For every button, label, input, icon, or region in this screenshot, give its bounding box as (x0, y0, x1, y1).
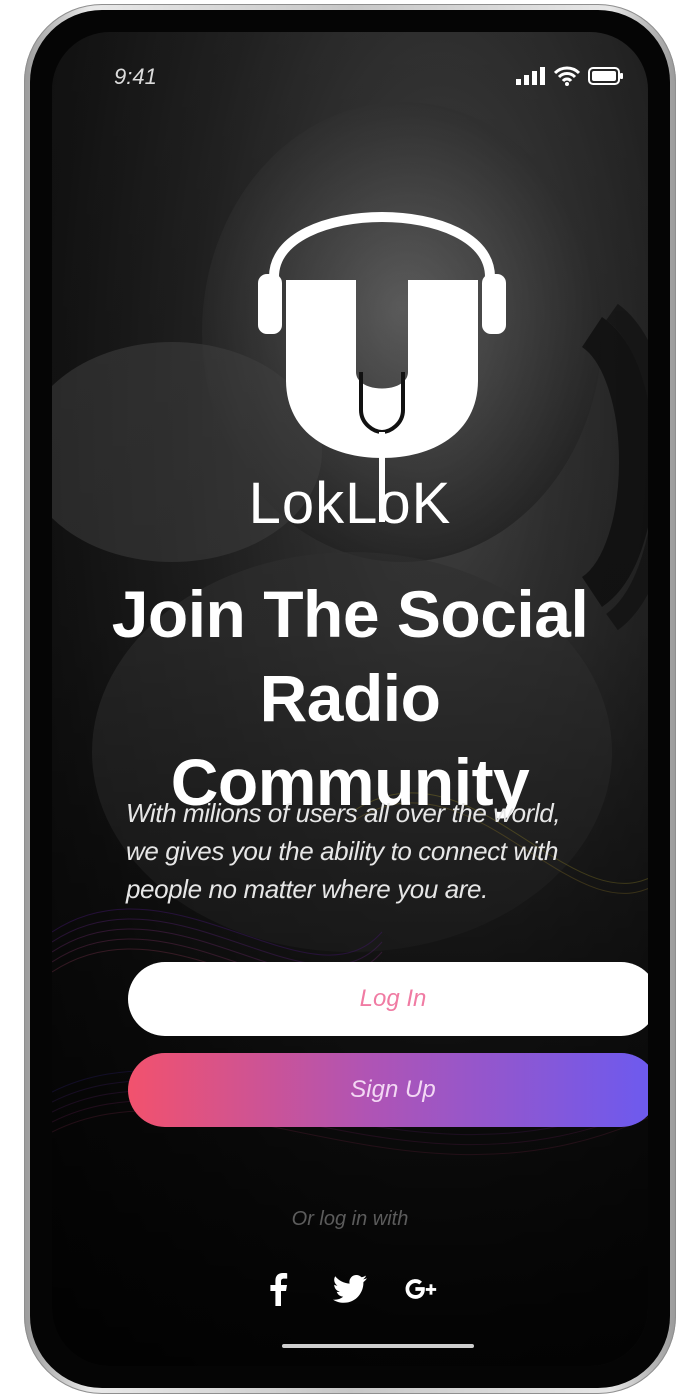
social-login-buttons (52, 1272, 648, 1306)
description-text: With milions of users all over the world… (126, 798, 561, 904)
google-plus-icon (405, 1279, 437, 1299)
status-time: 9:41 (114, 64, 157, 89)
login-button[interactable]: Log In (128, 962, 648, 1036)
facebook-icon (270, 1273, 288, 1306)
phone-frame: 9:41 LokLoK Join The Social Radio Commun… (24, 4, 676, 1394)
battery-icon (588, 67, 623, 85)
headline-line-1: Join The Social (111, 577, 589, 651)
brand-name: LokLoK (248, 471, 452, 536)
phone-bezel: 9:41 LokLoK Join The Social Radio Commun… (30, 10, 670, 1388)
app-screen: 9:41 LokLoK Join The Social Radio Commun… (52, 32, 648, 1366)
twitter-button[interactable] (333, 1272, 367, 1306)
facebook-button[interactable] (261, 1272, 295, 1306)
wifi-icon (554, 66, 580, 86)
status-bar: 9:41 (52, 62, 648, 92)
headline: Join The Social Radio Community (92, 572, 608, 824)
google-plus-button[interactable] (405, 1272, 439, 1306)
signup-button[interactable]: Sign Up (128, 1053, 648, 1127)
status-icons (516, 66, 624, 86)
home-indicator[interactable] (282, 1344, 474, 1348)
twitter-icon (333, 1275, 367, 1303)
signal-icon (516, 67, 545, 85)
social-login-prompt: Or log in with (291, 1208, 409, 1230)
